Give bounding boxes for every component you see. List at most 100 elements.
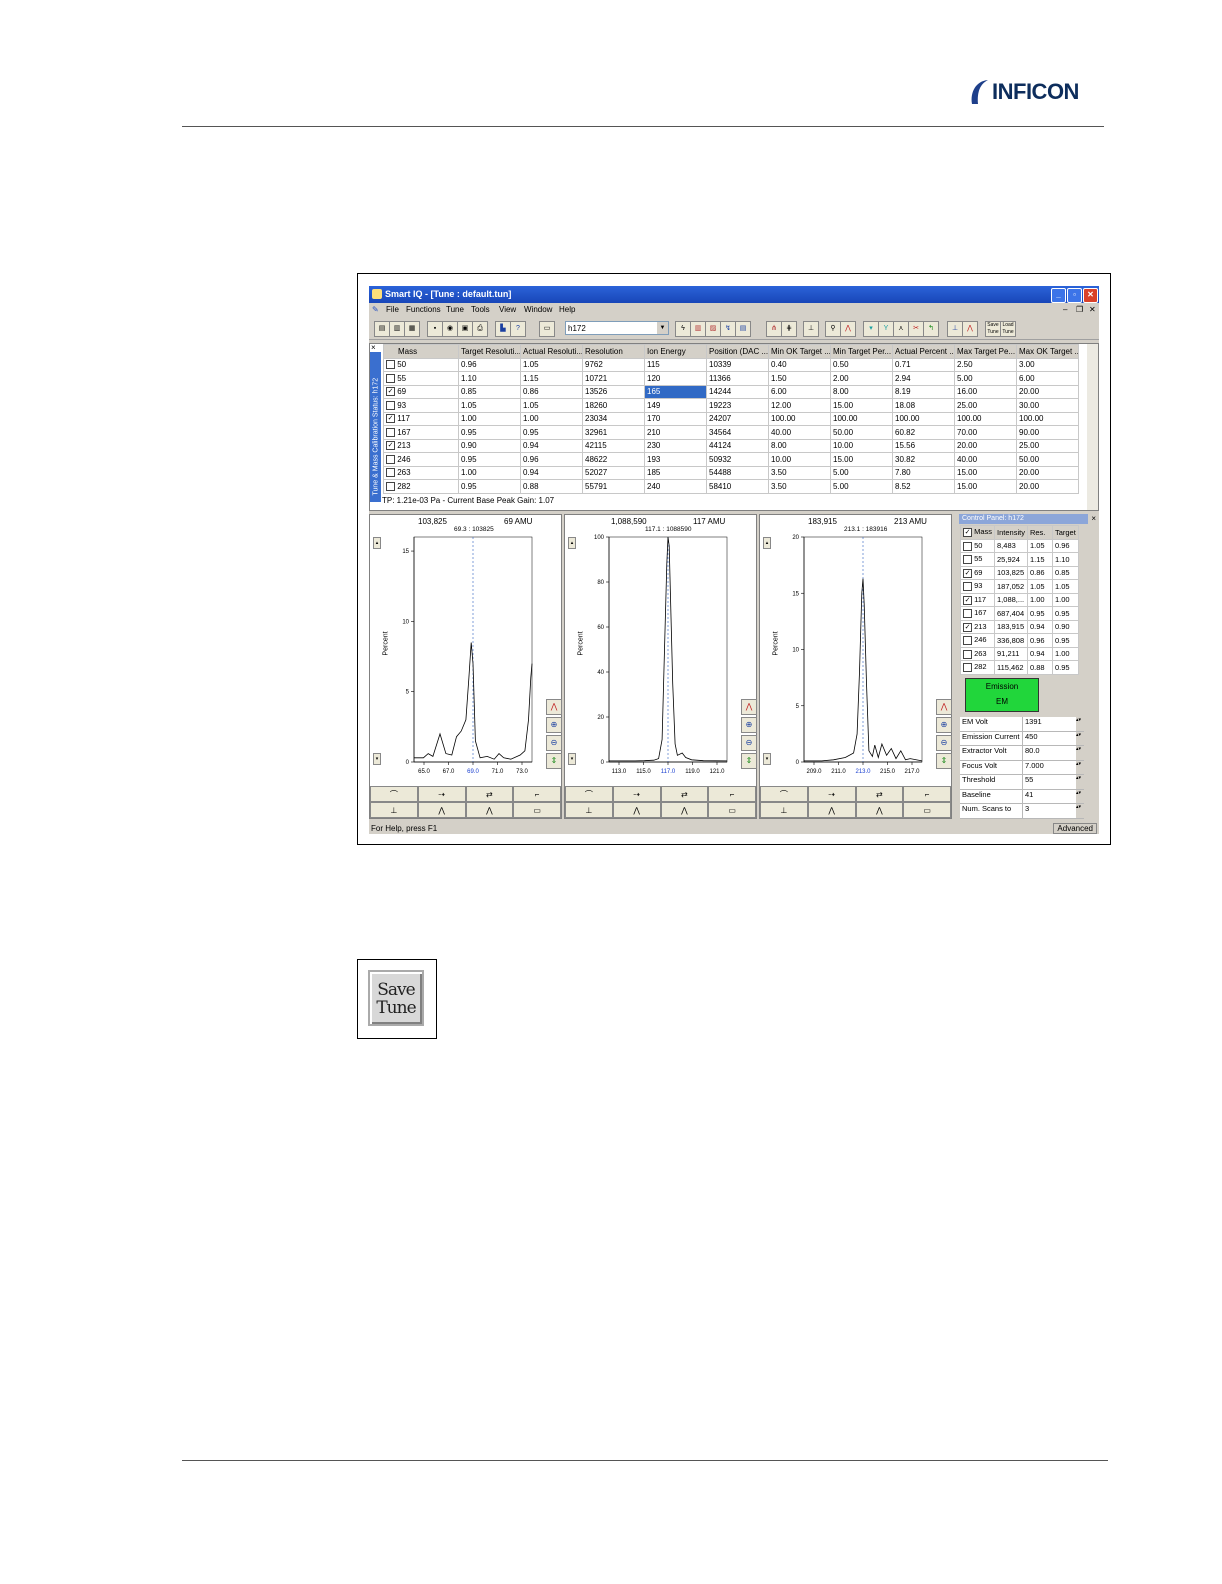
peak-shape-icon[interactable]: ⇄	[855, 786, 904, 802]
parameter-value-field[interactable]: 450	[1022, 731, 1076, 745]
table-cell[interactable]: 240	[644, 479, 707, 494]
menu-file[interactable]: File	[386, 305, 399, 314]
mdi-restore-icon[interactable]: ❐	[1076, 305, 1083, 314]
chart2-icon[interactable]: ▨	[705, 321, 721, 337]
table-cell[interactable]: 54488	[706, 465, 769, 480]
table-cell[interactable]: 282	[383, 479, 459, 494]
control-cell[interactable]: 0.88	[1026, 660, 1053, 675]
table-row[interactable]: ✓ 213 0.90 0.94 42115 230 44124 8.00 10.00 15.56…	[383, 438, 1079, 453]
table-cell[interactable]: 13526	[582, 384, 645, 399]
table-cell[interactable]: 1.00	[458, 411, 521, 426]
table-cell[interactable]: 58410	[706, 479, 769, 494]
control-cell[interactable]: 0.95	[1051, 633, 1079, 648]
control-row[interactable]: 93 187,052 1.05 1.05	[959, 579, 1079, 594]
table-cell[interactable]: 24207	[706, 411, 769, 426]
print-icon[interactable]: ⎙	[472, 321, 488, 337]
table-cell[interactable]: 10.00	[830, 438, 893, 453]
table-cell[interactable]: 1.00	[520, 411, 583, 426]
table-cell[interactable]: ✓ 69	[383, 384, 459, 399]
tune-icon[interactable]: ✂	[908, 321, 924, 337]
minimize-icon[interactable]: _	[1051, 288, 1066, 303]
control-cell[interactable]: 50	[959, 538, 996, 553]
peak-mode-icon[interactable]: ⊥	[370, 802, 418, 818]
table-cell[interactable]: 20.00	[1016, 465, 1079, 480]
table-cell[interactable]: 0.96	[520, 452, 583, 467]
peak-right-icon[interactable]: ⋕	[781, 321, 797, 337]
table-cell[interactable]: 1.15	[520, 371, 583, 386]
mass-checkbox[interactable]: ✓	[963, 622, 972, 632]
table-cell[interactable]: 1.10	[458, 371, 521, 386]
table-cell[interactable]: 100.00	[1016, 411, 1079, 426]
mass-checkbox[interactable]: ✓	[963, 595, 972, 605]
column-header[interactable]: Min OK Target ...	[768, 344, 831, 359]
table-cell[interactable]: ✓ 213	[383, 438, 459, 453]
peak-mode-icon[interactable]: ⋀	[612, 802, 661, 818]
table-cell[interactable]: 15.00	[830, 452, 893, 467]
mass-checkbox[interactable]: ✓	[963, 568, 972, 578]
control-cell[interactable]: 0.95	[1051, 606, 1079, 621]
grid-scrollbar[interactable]	[1087, 344, 1098, 510]
table-cell[interactable]: 100.00	[892, 411, 955, 426]
control-row[interactable]: ✓ 213 183,915 0.94 0.90	[959, 619, 1079, 634]
table-cell[interactable]: 50	[383, 357, 459, 372]
control-cell[interactable]: 1,088,...	[994, 592, 1028, 607]
open-folder-icon[interactable]: ▥	[389, 321, 405, 337]
control-cell[interactable]: 183,915	[994, 619, 1028, 634]
peak-mode-icon[interactable]: ▭	[513, 802, 561, 818]
column-header[interactable]: Actual Resoluti...	[520, 344, 583, 359]
parameter-value-field[interactable]: 41	[1022, 789, 1076, 803]
control-cell[interactable]: 91,211	[994, 646, 1028, 661]
control-row[interactable]: 282 115,462 0.88 0.95	[959, 660, 1079, 675]
table-cell[interactable]: 23034	[582, 411, 645, 426]
table-cell[interactable]: 9762	[582, 357, 645, 372]
table-cell[interactable]: 15.56	[892, 438, 955, 453]
peak-shape-icon[interactable]: ⇄	[465, 786, 514, 802]
control-cell[interactable]: 1.10	[1051, 552, 1079, 567]
table-cell[interactable]: 1.05	[520, 398, 583, 413]
control-cell[interactable]: 263	[959, 646, 996, 661]
marker2-icon[interactable]: Y	[878, 321, 894, 337]
table-cell[interactable]: 20.00	[1016, 479, 1079, 494]
peak-view-icon[interactable]: ⋀	[546, 699, 562, 715]
table-cell[interactable]: 3.00	[1016, 357, 1079, 372]
row-checkbox[interactable]	[386, 454, 395, 464]
table-cell[interactable]: 25.00	[954, 398, 1017, 413]
mass-checkbox[interactable]	[963, 663, 972, 672]
table-cell[interactable]: 20.00	[1016, 384, 1079, 399]
control-cell[interactable]: 0.90	[1051, 619, 1079, 634]
column-header[interactable]: Max Target Pe...	[954, 344, 1017, 359]
spin-icon[interactable]: ▴▾	[1076, 760, 1084, 774]
column-header[interactable]: Min Target Per...	[830, 344, 893, 359]
table-cell[interactable]: 7.80	[892, 465, 955, 480]
table-cell[interactable]: 90.00	[1016, 425, 1079, 440]
row-checkbox[interactable]	[386, 481, 395, 491]
table-cell[interactable]: 50.00	[830, 425, 893, 440]
table-cell[interactable]: 246	[383, 452, 459, 467]
control-cell[interactable]: 0.95	[1051, 660, 1079, 675]
row-checkbox[interactable]: ✓	[386, 387, 395, 397]
control-cell[interactable]: 167	[959, 606, 996, 621]
help-icon[interactable]: ▙	[495, 321, 511, 337]
table-cell[interactable]: 30.82	[892, 452, 955, 467]
table-cell[interactable]: 1.05	[458, 398, 521, 413]
tune-file-combo[interactable]: h172 ▼	[565, 321, 669, 335]
zoom-icon[interactable]: ⚲	[825, 321, 841, 337]
control-column-header[interactable]: ✓ Mass	[959, 525, 996, 540]
control-row[interactable]: ✓ 69 103,825 0.86 0.85	[959, 565, 1079, 580]
table-row[interactable]: 263 1.00 0.94 52027 185 54488 3.50 5.00 7.80 15.0…	[383, 465, 1079, 480]
table-cell[interactable]: 0.50	[830, 357, 893, 372]
table-cell[interactable]: 14244	[706, 384, 769, 399]
menu-tune[interactable]: Tune	[446, 305, 464, 314]
control-cell[interactable]: ✓ 117	[959, 592, 996, 607]
save-icon[interactable]: ▪	[427, 321, 443, 337]
column-header[interactable]: Resolution	[582, 344, 645, 359]
control-cell[interactable]: 1.00	[1026, 592, 1053, 607]
column-header[interactable]: Max OK Target ...	[1016, 344, 1079, 359]
table-cell[interactable]: 1.00	[458, 465, 521, 480]
peak-mode-icon[interactable]: ⋀	[465, 802, 514, 818]
control-cell[interactable]: 0.94	[1026, 646, 1053, 661]
lightning-icon[interactable]: ϟ	[675, 321, 691, 337]
row-checkbox[interactable]	[386, 468, 395, 478]
control-row[interactable]: 263 91,211 0.94 1.00	[959, 646, 1079, 661]
row-checkbox[interactable]	[386, 373, 395, 383]
